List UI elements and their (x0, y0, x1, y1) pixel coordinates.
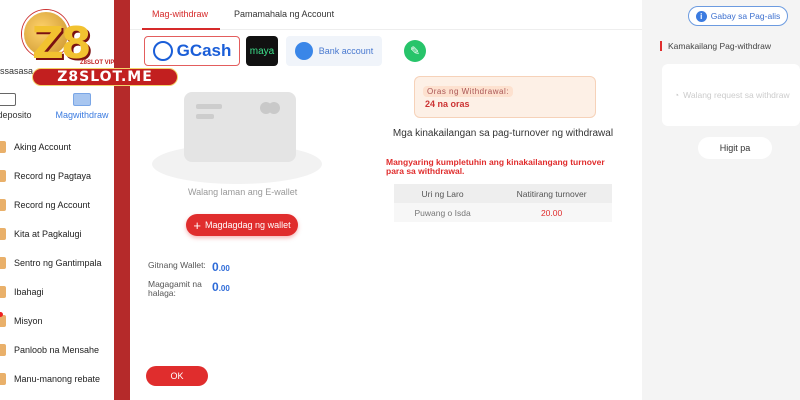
sidebar-item-label: Misyon (14, 315, 43, 326)
center-wallet-amount: 0 (212, 260, 219, 274)
turnover-warning: Mangyaring kumpletuhin ang kinakailangan… (386, 157, 605, 176)
message-icon (0, 343, 6, 356)
column-header: Natitirang turnover (491, 184, 612, 203)
add-wallet-button[interactable]: + Magdagdag ng wallet (186, 214, 298, 236)
withdraw-label: Magwithdraw (55, 110, 109, 120)
sidebar-item-label: Aking Account (14, 141, 72, 152)
sidebar-item-sentro-gantimpala[interactable]: Sentro ng Gantimpala (0, 248, 114, 277)
center-wallet-decimals: .00 (218, 264, 230, 273)
sidebar-item-label: Sentro ng Gantimpala (14, 257, 102, 268)
sidebar-item-label: Record ng Pagtaya (14, 170, 92, 181)
sidebar-item-panloob-mensahe[interactable]: Panloob na Mensahe (0, 335, 114, 364)
sidebar-item-misyon[interactable]: Misyon (0, 306, 114, 335)
sidebar-item-ibahagi[interactable]: Ibahagi (0, 277, 114, 306)
sidebar-menu: Aking Account Record ng Pagtaya Record n… (0, 132, 114, 393)
card-line (196, 104, 222, 109)
recent-withdrawals-panel: i Gabay sa Pag-alis Kamakailang Pag-with… (642, 0, 800, 400)
turnover-requirement-title: Mga kinakailangan sa pag-turnover ng wit… (392, 128, 614, 139)
chart-icon (0, 227, 6, 240)
usable-amount-decimals: .00 (218, 284, 230, 293)
deposit-label: gdeposito (0, 110, 32, 120)
wallet-empty-text: Walang laman ang E-wallet (188, 187, 298, 197)
sidebar-item-label: Kita at Pagkalugi (14, 228, 82, 239)
brand-logo: Z8 Z8SLOT VIP Z8SLOT.ME (22, 10, 178, 88)
sidebar-item-manu-manong-rebate[interactable]: Manu-manong rebate (0, 364, 114, 393)
card-illustration (184, 92, 296, 162)
logo-tagline: Z8SLOT VIP (80, 60, 115, 66)
column-header: Uri ng Laro (394, 184, 492, 203)
maya-method[interactable]: maya (246, 36, 278, 66)
usable-amount-value: 0.00 (212, 280, 230, 294)
info-icon: i (695, 10, 707, 22)
logo-badge: Z8SLOT.ME (32, 68, 178, 86)
withdrawal-time-label: Oras ng Withdrawal: (423, 86, 513, 97)
sidebar-item-record-account[interactable]: Record ng Account (0, 190, 114, 219)
bank-account-method[interactable]: Bank account (286, 36, 382, 66)
sidebar-item-label: Panloob na Mensahe (14, 344, 100, 355)
sidebar-item-kita-pagkalugi[interactable]: Kita at Pagkalugi (0, 219, 114, 248)
add-wallet-label: Magdagdag ng wallet (205, 220, 291, 230)
withdrawal-guide-button[interactable]: i Gabay sa Pag-alis (688, 6, 788, 26)
sidebar-item-aking-account[interactable]: Aking Account (0, 132, 114, 161)
bank-icon (294, 42, 313, 60)
recent-withdrawals-list: Walang request sa withdraw (662, 64, 800, 126)
sidebar-item-label: Manu-manong rebate (14, 373, 101, 384)
center-wallet-label: Gitnang Wallet: (148, 260, 206, 270)
section-marker (660, 41, 662, 51)
share-icon (0, 285, 6, 298)
usable-amount-label: Magagamit na halaga: (148, 279, 202, 298)
top-actions: gdeposito Magwithdraw (0, 90, 114, 124)
table-header-row: Uri ng Laro Natitirang turnover (394, 184, 612, 203)
empty-wallet-illustration (152, 88, 322, 188)
withdraw-panel: Mag-withdraw Pamamahala ng Account GCash… (130, 0, 642, 400)
recent-withdrawals-title: Kamakailang Pag-withdraw (668, 41, 771, 51)
withdrawal-time-box: Oras ng Withdrawal: 24 na oras (414, 76, 596, 118)
tab-account-management[interactable]: Pamamahala ng Account (234, 9, 334, 19)
maya-label: maya (249, 45, 275, 57)
usable-amount: 0 (212, 280, 219, 294)
recent-empty-text: Walang request sa withdraw (674, 90, 789, 100)
document-icon (0, 169, 6, 182)
deposit-button[interactable]: gdeposito (0, 90, 32, 120)
guide-label: Gabay sa Pag-alis (710, 11, 781, 21)
withdraw-button[interactable]: Magwithdraw (52, 90, 112, 120)
tab-bar: Mag-withdraw Pamamahala ng Account (130, 0, 642, 30)
wallet-icon (0, 93, 16, 106)
plus-icon: + (193, 217, 202, 233)
card-line (196, 114, 214, 119)
card-icon (73, 93, 91, 106)
rebate-icon (0, 372, 6, 385)
turnover-table: Uri ng Laro Natitirang turnover Puwang o… (394, 184, 612, 222)
sidebar-item-record-pagtaya[interactable]: Record ng Pagtaya (0, 161, 114, 190)
sidebar-item-label: Record ng Account (14, 199, 91, 210)
remaining-turnover-cell: 20.00 (491, 203, 612, 222)
withdrawal-time-value: 24 na oras (425, 99, 470, 109)
card-circle (268, 102, 280, 114)
edit-icon[interactable]: ✎ (404, 40, 426, 62)
ok-button[interactable]: OK (146, 366, 208, 386)
gcash-label: GCash (176, 41, 232, 60)
table-row: Puwang o Isda 20.00 (394, 203, 612, 222)
bank-account-label: Bank account (318, 46, 374, 56)
center-wallet-value: 0.00 (212, 260, 230, 274)
gift-icon (0, 256, 6, 269)
sidebar-item-label: Ibahagi (14, 286, 44, 297)
more-button[interactable]: Higit pa (698, 137, 772, 159)
game-type-cell: Puwang o Isda (394, 203, 492, 222)
ledger-icon (0, 198, 6, 211)
user-icon (0, 140, 6, 153)
